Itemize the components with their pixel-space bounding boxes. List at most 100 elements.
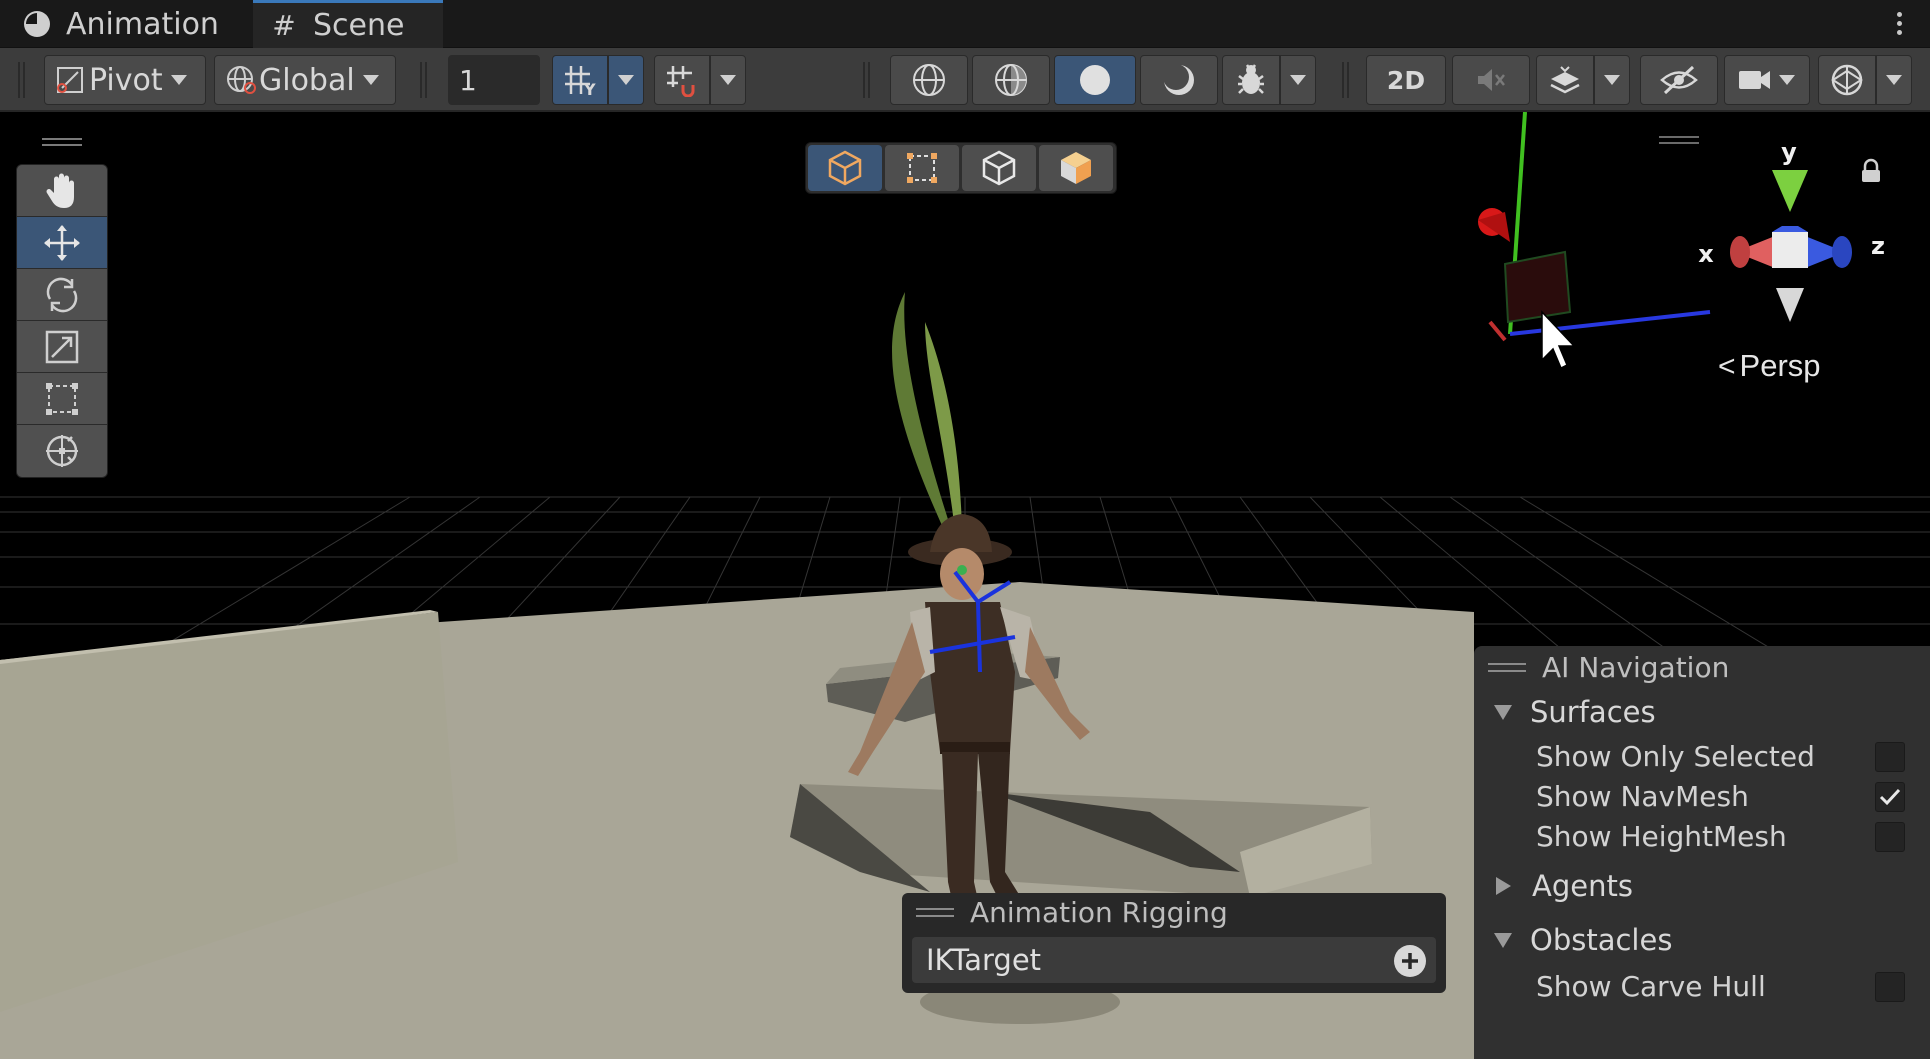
panel-grip-icon [916, 907, 954, 917]
show-heightmesh-checkbox[interactable] [1875, 822, 1905, 852]
chevron-down-icon [618, 75, 634, 85]
scene-visibility-button[interactable] [1640, 55, 1718, 105]
window-tab-bar: Animation # Scene [0, 0, 1930, 48]
chevron-down-icon [720, 75, 736, 85]
layers-icon [1550, 66, 1580, 94]
camera-settings-dropdown[interactable] [1724, 55, 1810, 105]
global-dropdown[interactable]: Global [214, 55, 396, 105]
unlit-sphere-icon [1163, 64, 1194, 95]
rect-transform-icon [46, 382, 78, 415]
tab-scene-label: Scene [313, 8, 405, 43]
add-icon[interactable] [1394, 945, 1426, 977]
shaded-wireframe-draw-mode-button[interactable] [972, 55, 1050, 105]
animation-rigging-header[interactable]: Animation Rigging [902, 893, 1446, 931]
toolbar-grip[interactable] [420, 62, 427, 98]
grid-visibility-button[interactable]: Y [552, 55, 608, 105]
ik-target-label: IKTarget [926, 943, 1042, 977]
camera-icon [1739, 71, 1770, 89]
pivot-label: Pivot [89, 62, 163, 98]
projection-toggle[interactable]: < Persp [1718, 348, 1821, 384]
svg-text:Y: Y [583, 80, 596, 97]
more-options-icon[interactable] [1894, 10, 1904, 38]
wireframe-draw-mode-button[interactable] [890, 55, 968, 105]
show-only-selected-label: Show Only Selected [1536, 739, 1815, 773]
tab-scene[interactable]: # Scene [253, 0, 443, 48]
rect-tool-button[interactable] [17, 373, 107, 425]
chevron-down-icon [1886, 75, 1902, 85]
transform-icon [46, 435, 78, 467]
toolbar-grip[interactable] [863, 62, 870, 98]
checkmark-icon [1879, 788, 1901, 806]
lock-icon[interactable] [1860, 158, 1882, 184]
globe-icon [227, 66, 256, 94]
projection-label: Persp [1739, 348, 1821, 383]
wire-cube-mode-button[interactable] [962, 145, 1036, 191]
ai-navigation-header[interactable]: AI Navigation [1474, 646, 1930, 688]
unlit-draw-mode-button[interactable] [1140, 55, 1218, 105]
wireframe-sphere-icon [913, 64, 945, 96]
foldout-expanded-icon [1494, 704, 1512, 720]
gizmo-x-label: x [1698, 240, 1714, 268]
cube-mode-button[interactable] [808, 145, 882, 191]
scene-viewport[interactable]: y x z < Persp AI Navigation Surfaces Sho… [0, 112, 1930, 1059]
animation-rigging-overlay: Animation Rigging IKTarget [902, 893, 1446, 993]
2d-mode-label: 2D [1386, 65, 1426, 95]
animation-rigging-title: Animation Rigging [970, 895, 1228, 929]
2d-mode-button[interactable]: 2D [1366, 55, 1446, 105]
move-tool-button[interactable] [17, 217, 107, 269]
hand-tool-button[interactable] [17, 165, 107, 217]
debug-draw-dropdown[interactable] [1280, 55, 1316, 105]
grid-size-input[interactable]: 1 [448, 55, 540, 105]
ik-target-field[interactable]: IKTarget [912, 937, 1436, 983]
tools-panel [16, 164, 108, 478]
snap-icon [667, 66, 695, 97]
shaded-cube-icon [1061, 152, 1091, 184]
orientation-gizmo-grip[interactable] [1659, 136, 1699, 144]
eye-hidden-icon [1660, 65, 1698, 95]
rotate-icon [46, 277, 78, 312]
tools-panel-grip[interactable] [42, 138, 82, 146]
toolbar-grip[interactable] [1342, 62, 1349, 98]
tab-animation[interactable]: Animation [22, 0, 252, 48]
gizmos-dropdown[interactable] [1876, 55, 1912, 105]
debug-draw-button[interactable] [1222, 55, 1280, 105]
shaded-draw-mode-button[interactable] [1054, 55, 1136, 105]
grid-snap-button[interactable] [654, 55, 710, 105]
rotate-tool-button[interactable] [17, 269, 107, 321]
effects-dropdown[interactable] [1594, 55, 1630, 105]
show-carve-hull-checkbox[interactable] [1875, 972, 1905, 1002]
speaker-muted-icon [1478, 69, 1505, 91]
gizmo-z-label: z [1871, 232, 1885, 260]
gizmo-y-label: y [1781, 138, 1797, 166]
obstacles-foldout[interactable]: Obstacles [1474, 916, 1930, 964]
effects-button[interactable] [1536, 55, 1594, 105]
wire-cube-icon [982, 150, 1016, 186]
audio-mute-button[interactable] [1452, 55, 1530, 105]
overlay-mode-bar [805, 142, 1117, 194]
agents-foldout[interactable]: Agents [1474, 862, 1930, 910]
gizmos-button[interactable] [1818, 55, 1876, 105]
scale-icon [45, 330, 79, 363]
surfaces-foldout[interactable]: Surfaces [1474, 688, 1930, 736]
shaded-wireframe-sphere-icon [995, 64, 1027, 96]
rect-select-icon [907, 153, 937, 183]
scale-tool-button[interactable] [17, 321, 107, 373]
show-carve-hull-label: Show Carve Hull [1536, 969, 1766, 1003]
rect-mode-button[interactable] [885, 145, 959, 191]
global-label: Global [259, 62, 355, 98]
show-navmesh-label: Show NavMesh [1536, 779, 1749, 813]
grid-icon: Y [565, 66, 596, 97]
grid-snap-dropdown[interactable] [710, 55, 746, 105]
transform-tool-button[interactable] [17, 425, 107, 477]
show-only-selected-checkbox[interactable] [1875, 742, 1905, 772]
grid-axis-dropdown[interactable] [608, 55, 644, 105]
bug-icon [1238, 64, 1264, 94]
shaded-cube-mode-button[interactable] [1039, 145, 1113, 191]
pivot-dropdown[interactable]: Pivot [44, 55, 206, 105]
show-heightmesh-label: Show HeightMesh [1536, 819, 1787, 853]
tab-animation-label: Animation [66, 6, 219, 42]
chevron-down-icon [1604, 75, 1620, 85]
toolbar-grip[interactable] [18, 62, 25, 98]
show-navmesh-checkbox[interactable] [1875, 782, 1905, 812]
move-arrows-icon [44, 224, 80, 261]
